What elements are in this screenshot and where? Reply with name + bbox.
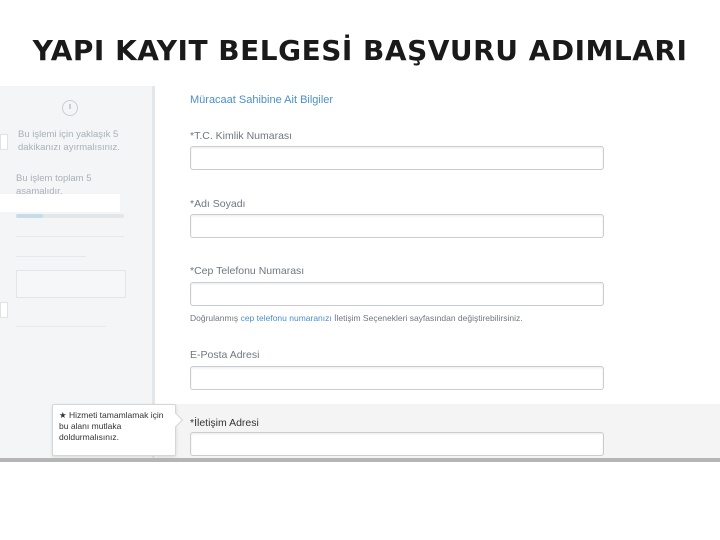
clock-icon	[62, 100, 78, 116]
section-title: Müracaat Sahibine Ait Bilgiler	[190, 94, 334, 106]
mobile-phone-input[interactable]	[190, 282, 604, 306]
phone-hint-prefix: Doğrulanmış	[190, 313, 241, 323]
phone-hint: Doğrulanmış cep telefonu numaranızı İlet…	[190, 313, 523, 323]
phone-hint-link[interactable]: cep telefonu numaranızı	[241, 313, 332, 323]
application-screenshot: Bu işlemi için yaklaşık 5 dakikanızı ayı…	[0, 86, 720, 458]
collapse-handle[interactable]	[0, 302, 8, 318]
email-label: E-Posta Adresi	[190, 349, 260, 361]
applicant-form: Müracaat Sahibine Ait Bilgiler *T.C. Kim…	[156, 86, 720, 458]
slide-title: YAPI KAYIT BELGESİ BAŞVURU ADIMLARI	[32, 34, 688, 67]
progress-bar	[16, 214, 124, 218]
screenshot-border	[0, 458, 720, 462]
duration-note: Bu işlemi için yaklaşık 5 dakikanızı ayı…	[18, 129, 120, 153]
divider	[16, 326, 106, 327]
phone-hint-rest: İletişim Seçenekleri sayfasından değişti…	[331, 313, 523, 323]
divider	[16, 236, 124, 237]
collapse-handle[interactable]	[0, 134, 8, 150]
contact-address-input[interactable]	[190, 432, 604, 456]
email-input[interactable]	[190, 366, 604, 390]
tc-number-label: *T.C. Kimlik Numarası	[190, 130, 293, 142]
progress-panel	[0, 194, 120, 212]
sidebar-panel	[16, 270, 126, 298]
mobile-phone-label: *Cep Telefonu Numarası	[190, 265, 305, 277]
full-name-label: *Adı Soyadı	[190, 198, 246, 210]
tc-number-input[interactable]	[190, 146, 604, 170]
contact-address-label: *İletişim Adresi	[190, 417, 259, 429]
divider	[16, 256, 86, 257]
sidebar: Bu işlemi için yaklaşık 5 dakikanızı ayı…	[0, 86, 155, 458]
full-name-input[interactable]	[190, 214, 604, 238]
required-field-tooltip: ★ Hizmeti tamamlamak için bu alanı mutla…	[52, 404, 176, 456]
progress-fill	[16, 214, 43, 218]
